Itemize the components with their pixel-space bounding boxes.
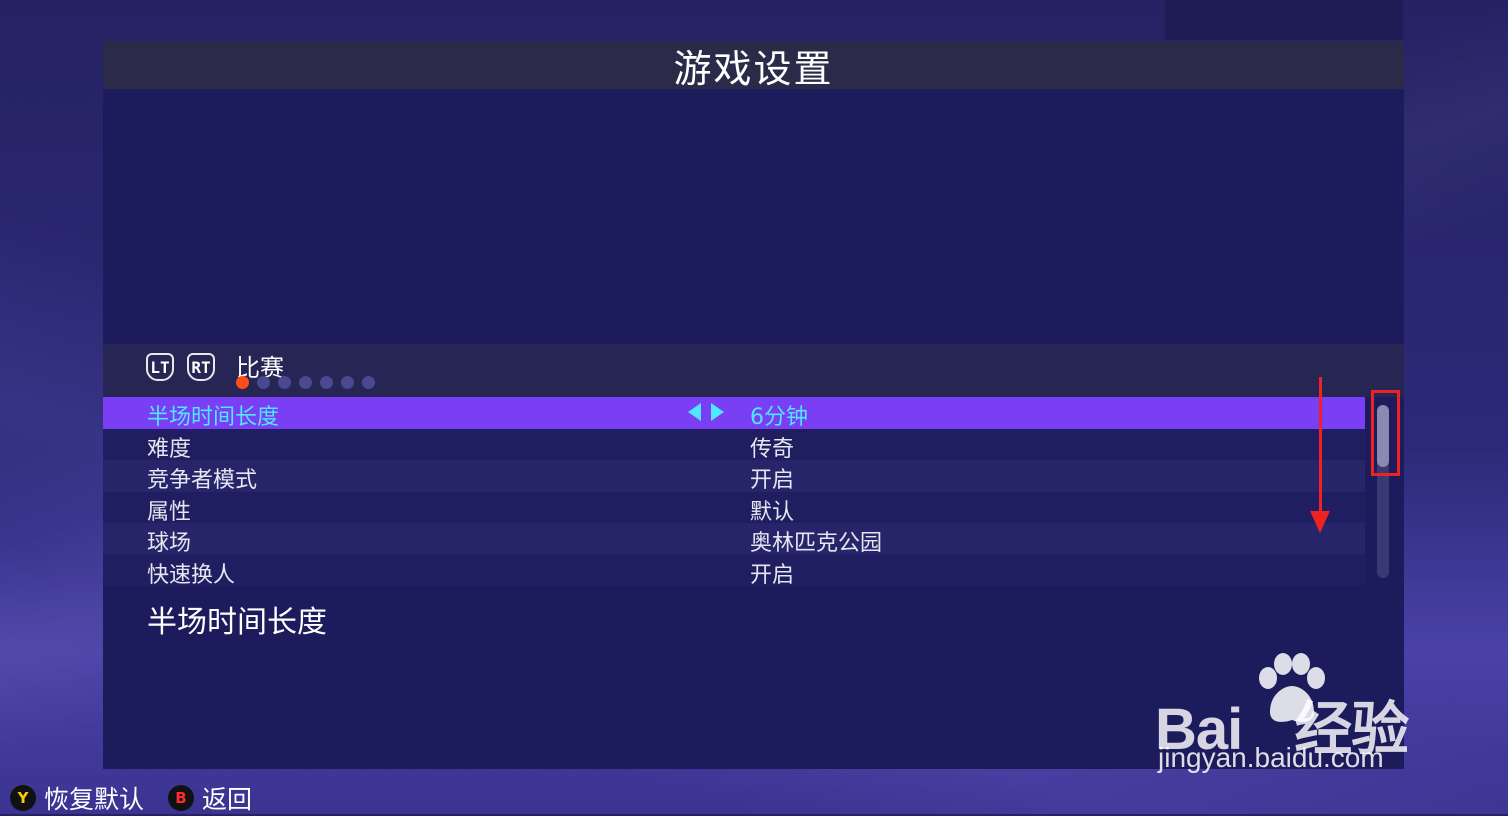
page-dot-active: [236, 376, 249, 389]
setting-row-contender-mode[interactable]: 竞争者模式 开启: [103, 460, 1365, 493]
setting-value: 传奇: [750, 436, 795, 462]
page-dot: [299, 376, 312, 389]
page-dot: [257, 376, 270, 389]
annotation-arrow-down-icon: [1310, 511, 1330, 533]
setting-row-difficulty[interactable]: 难度 传奇: [103, 428, 1365, 462]
baidu-watermark: Bai 经验 jingyan.baidu.com: [1155, 650, 1435, 790]
arrow-left-icon[interactable]: [688, 403, 701, 421]
setting-label: 球场: [147, 531, 192, 556]
footer-controls: Y 恢复默认 B 返回: [10, 780, 252, 816]
annotation-highlight-box: [1371, 390, 1400, 476]
bumper-lt-icon[interactable]: LT: [146, 353, 174, 381]
setting-row-half-length[interactable]: 半场时间长度 6分钟: [103, 397, 1365, 430]
watermark-url: jingyan.baidu.com: [1158, 742, 1384, 773]
setting-label: 快速换人: [147, 562, 236, 588]
arrow-right-icon[interactable]: [711, 403, 724, 421]
setting-value: 默认: [750, 499, 795, 525]
b-button-icon[interactable]: B: [168, 785, 195, 811]
page-indicator: [236, 376, 375, 389]
setting-value: 开启: [750, 468, 795, 493]
setting-label: 竞争者模式: [147, 468, 258, 493]
setting-label: 难度: [147, 436, 192, 462]
annotation-arrow-line: [1319, 377, 1322, 525]
page-dot: [320, 376, 333, 389]
bumper-rt-icon[interactable]: RT: [187, 353, 215, 381]
setting-label: 半场时间长度: [147, 405, 280, 430]
value-arrows: [688, 403, 724, 421]
page-dot: [278, 376, 291, 389]
setting-value: 奥林匹克公园: [750, 531, 883, 556]
page-title: 游戏设置: [673, 46, 834, 91]
setting-row-quick-subs[interactable]: 快速换人 开启: [103, 554, 1365, 588]
back-label[interactable]: 返回: [202, 780, 252, 816]
description-title: 半场时间长度: [147, 605, 327, 640]
page-dot: [362, 376, 375, 389]
section-header: LT RT 比赛: [103, 344, 1404, 397]
restore-defaults-label[interactable]: 恢复默认: [44, 780, 144, 816]
title-bar: 游戏设置: [103, 41, 1404, 91]
setting-value: 6分钟: [750, 405, 808, 430]
setting-label: 属性: [147, 499, 192, 525]
page-dot: [341, 376, 354, 389]
settings-list: 半场时间长度 6分钟 难度 传奇 竞争者模式 开启 属性 默认 球场 奥林匹克公…: [103, 397, 1365, 588]
top-right-decoration: [1165, 0, 1403, 40]
setting-row-attributes[interactable]: 属性 默认: [103, 491, 1365, 525]
y-button-icon[interactable]: Y: [10, 785, 36, 811]
setting-value: 开启: [750, 562, 795, 588]
setting-row-stadium[interactable]: 球场 奥林匹克公园: [103, 523, 1365, 556]
